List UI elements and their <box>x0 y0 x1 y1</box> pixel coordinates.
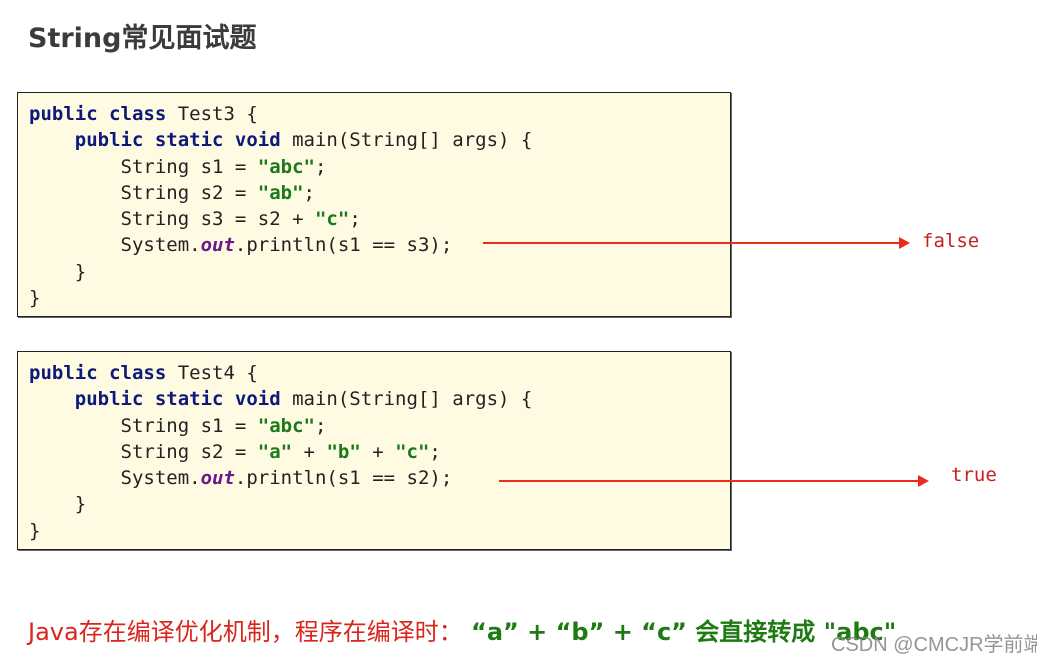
code-plain: } <box>29 260 87 283</box>
code-plain: String s2 = <box>29 440 258 463</box>
code-plain <box>29 129 75 151</box>
code-line: String s2 = "ab"; <box>29 181 316 204</box>
code-plain: } <box>29 493 87 516</box>
code-plain: + <box>360 440 396 463</box>
code-plain: + <box>292 440 327 463</box>
page-title: String常见面试题 <box>28 23 257 54</box>
code-plain: ; <box>429 440 441 463</box>
code-field: out <box>200 234 235 257</box>
code-field: out <box>200 467 235 490</box>
code-plain: String s2 = <box>29 181 258 204</box>
code-keyword: public class <box>29 362 178 384</box>
code-string: "a" <box>257 440 293 463</box>
code-line: } <box>29 520 40 542</box>
code-plain: String s1 = <box>29 155 258 178</box>
code-line: public static void main(String[] args) { <box>29 129 533 152</box>
note-prefix: Java存在编译优化机制，程序在编译时： <box>28 618 463 646</box>
code-text: public class Test3 { public static void … <box>29 101 532 311</box>
code-plain: ; <box>303 181 315 204</box>
code-keyword: public static void <box>74 388 293 411</box>
code-block-test4: public class Test4 { public static void … <box>17 351 731 550</box>
code-plain: main(String[] args) { <box>292 388 533 411</box>
code-string: "b" <box>326 440 361 463</box>
code-plain: ; <box>314 155 327 178</box>
code-line: } <box>29 287 40 309</box>
code-plain: Test4 { <box>177 362 258 384</box>
code-line: public static void main(String[] args) { <box>29 388 533 411</box>
explanation-note: Java存在编译优化机制，程序在编译时： “a” + “b” + “c” 会直接… <box>28 612 896 647</box>
code-plain: } <box>29 287 41 310</box>
arrow-icon <box>499 475 929 487</box>
code-plain: .println(s1 == s2); <box>234 467 453 490</box>
result-output: true <box>951 464 997 486</box>
arrow-icon <box>483 237 910 249</box>
code-line: String s2 = "a" + "b" + "c"; <box>29 441 441 463</box>
code-line: String s1 = "abc"; <box>29 414 327 437</box>
code-plain: ; <box>349 208 361 231</box>
code-plain: String s3 = s2 + <box>29 208 315 231</box>
code-string: "ab" <box>257 181 304 204</box>
code-keyword: public static void <box>74 129 293 152</box>
watermark: CSDN @CMCJR学前端 <box>831 634 1037 656</box>
code-line: String s3 = s2 + "c"; <box>29 208 361 230</box>
code-plain: System. <box>29 234 201 257</box>
code-plain: ; <box>314 414 327 437</box>
code-line: public class Test4 { <box>29 362 258 384</box>
code-line: } <box>29 493 86 515</box>
code-line: String s1 = "abc"; <box>29 155 327 178</box>
code-string: "abc" <box>257 155 315 178</box>
code-plain: Test3 { <box>177 103 258 125</box>
code-plain: } <box>29 519 41 542</box>
code-plain: System. <box>29 467 201 490</box>
code-string: "c" <box>314 208 350 231</box>
code-block-test3: public class Test3 { public static void … <box>17 92 731 317</box>
code-string: "abc" <box>257 414 315 437</box>
code-string: "c" <box>395 440 430 463</box>
result-output: false <box>922 230 980 252</box>
code-plain <box>29 388 75 410</box>
code-line: public class Test3 { <box>29 103 258 125</box>
code-line: System.out.println(s1 == s3); <box>29 234 453 257</box>
code-plain: .println(s1 == s3); <box>234 234 453 257</box>
code-plain: main(String[] args) { <box>292 129 533 152</box>
code-line: System.out.println(s1 == s2); <box>29 467 453 490</box>
code-line: } <box>29 261 86 283</box>
code-text: public class Test4 { public static void … <box>29 360 532 544</box>
code-keyword: public class <box>29 103 178 125</box>
code-plain: String s1 = <box>29 414 258 437</box>
